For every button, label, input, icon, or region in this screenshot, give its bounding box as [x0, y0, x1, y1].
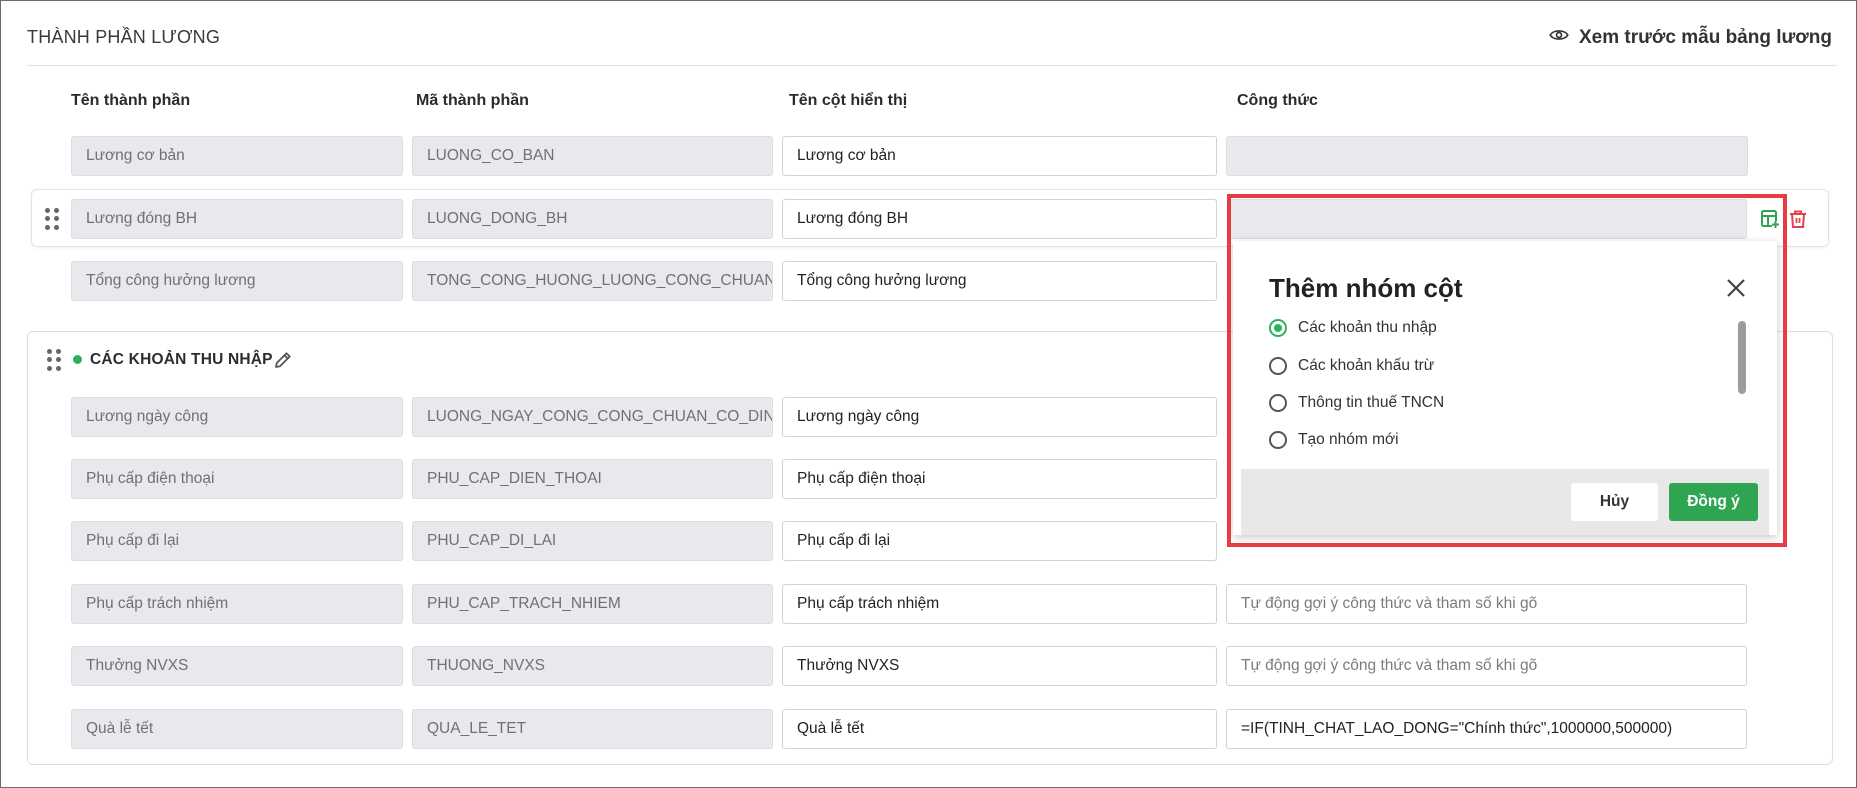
display-name-input[interactable]: Phụ cấp trách nhiệm — [782, 584, 1217, 624]
component-code-field: PHU_CAP_DI_LAI — [412, 521, 773, 561]
formula-input[interactable]: Tự động gợi ý công thức và tham số khi g… — [1226, 584, 1747, 624]
eye-icon — [1549, 25, 1569, 51]
divider — [27, 65, 1837, 66]
column-header-formula: Công thức — [1237, 92, 1318, 109]
component-name-field: Quà lễ tết — [71, 709, 403, 749]
component-name-field: Phụ cấp điện thoại — [71, 459, 403, 499]
column-header-name: Tên thành phần — [71, 92, 191, 109]
app-frame: THÀNH PHẦN LƯƠNG Xem trước mẫu bảng lươn… — [0, 0, 1857, 788]
display-name-input[interactable]: Tổng công hưởng lương — [782, 261, 1217, 301]
formula-input[interactable]: =IF(TINH_CHAT_LAO_DONG="Chính thức",1000… — [1226, 709, 1747, 749]
drag-handle-icon[interactable] — [47, 349, 61, 371]
group-title: CÁC KHOẢN THU NHẬP — [90, 351, 273, 368]
display-name-input[interactable]: Quà lễ tết — [782, 709, 1217, 749]
component-code-field: LUONG_NGAY_CONG_CONG_CHUAN_CO_DINH — [412, 397, 773, 437]
component-name-field: Lương ngày công — [71, 397, 403, 437]
column-header-display: Tên cột hiển thị — [789, 92, 908, 109]
component-code-field: TONG_CONG_HUONG_LUONG_CONG_CHUAN_CO_ — [412, 261, 773, 301]
component-name-field: Thưởng NVXS — [71, 646, 403, 686]
display-name-input[interactable]: Lương đóng BH — [782, 199, 1217, 239]
display-name-input[interactable]: Phụ cấp đi lại — [782, 521, 1217, 561]
component-code-field: PHU_CAP_DIEN_THOAI — [412, 459, 773, 499]
component-name-field: Lương đóng BH — [71, 199, 403, 239]
component-name-field: Phụ cấp trách nhiệm — [71, 584, 403, 624]
drag-handle-icon[interactable] — [45, 208, 59, 230]
component-code-field: LUONG_CO_BAN — [412, 136, 773, 176]
pencil-icon[interactable] — [273, 350, 293, 370]
display-name-input[interactable]: Phụ cấp điện thoại — [782, 459, 1217, 499]
display-name-input[interactable]: Thưởng NVXS — [782, 646, 1217, 686]
trash-icon[interactable] — [1788, 209, 1808, 229]
display-name-input[interactable]: Lương cơ bản — [782, 136, 1217, 176]
component-code-field: PHU_CAP_TRACH_NHIEM — [412, 584, 773, 624]
component-code-field: QUA_LE_TET — [412, 709, 773, 749]
component-name-field: Phụ cấp đi lại — [71, 521, 403, 561]
section-title: THÀNH PHẦN LƯƠNG — [27, 27, 221, 47]
component-code-field: LUONG_DONG_BH — [412, 199, 773, 239]
component-name-field: Tổng công hưởng lương — [71, 261, 403, 301]
preview-template-button[interactable]: Xem trước mẫu bảng lương — [1549, 25, 1832, 51]
component-name-field: Lương cơ bản — [71, 136, 403, 176]
highlight-annotation — [1227, 194, 1787, 547]
column-header-code: Mã thành phần — [416, 92, 529, 109]
formula-field — [1226, 136, 1748, 176]
component-code-field: THUONG_NVXS — [412, 646, 773, 686]
formula-input[interactable]: Tự động gợi ý công thức và tham số khi g… — [1226, 646, 1747, 686]
display-name-input[interactable]: Lương ngày công — [782, 397, 1217, 437]
preview-label: Xem trước mẫu bảng lương — [1578, 27, 1832, 48]
group-status-dot — [73, 355, 82, 364]
